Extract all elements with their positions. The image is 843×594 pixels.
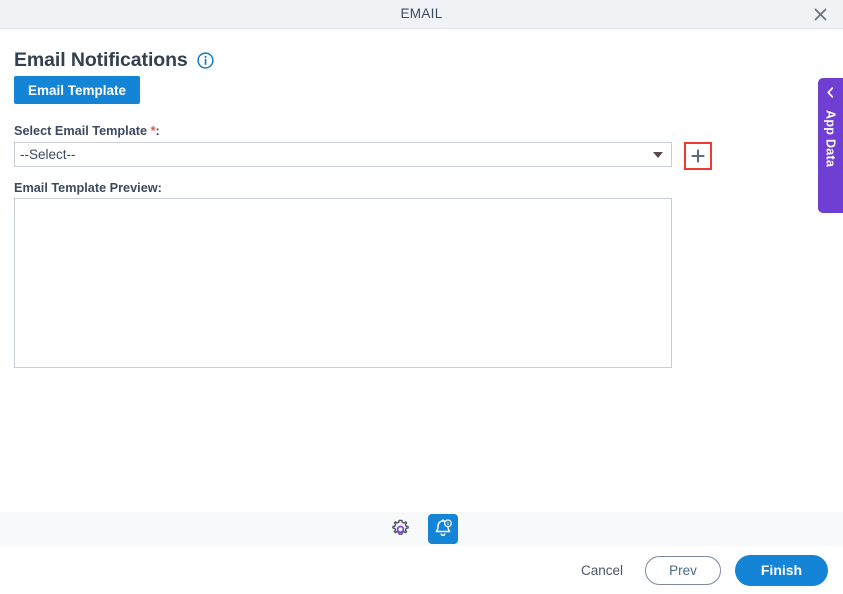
bottom-icon-toolbar: 1 [0, 512, 843, 546]
select-email-template-value: --Select-- [20, 147, 76, 162]
select-email-template-dropdown[interactable]: --Select-- [14, 142, 672, 167]
cancel-button[interactable]: Cancel [573, 557, 631, 584]
settings-icon-button[interactable] [386, 514, 416, 544]
close-button[interactable] [803, 0, 837, 28]
email-template-preview-label: Email Template Preview: [14, 181, 162, 195]
dialog-footer: Cancel Prev Finish [0, 546, 843, 594]
select-label-colon: : [155, 124, 160, 138]
email-template-preview-area[interactable] [14, 198, 672, 368]
notifications-icon: 1 [432, 518, 454, 540]
plus-icon [689, 147, 707, 165]
app-data-panel-label: App Data [823, 110, 838, 168]
chevron-left-icon [824, 86, 837, 104]
close-icon [812, 6, 829, 23]
select-email-template-label: Select Email Template *: [14, 124, 160, 138]
page-title: Email Notifications [14, 49, 188, 71]
info-icon[interactable] [196, 52, 214, 69]
prev-button[interactable]: Prev [645, 555, 721, 585]
notifications-icon-button[interactable]: 1 [427, 514, 458, 544]
settings-icon [390, 519, 411, 540]
tab-email-template[interactable]: Email Template [14, 76, 141, 104]
select-label-text: Select Email Template [14, 124, 148, 138]
window-titlebar: EMAIL [0, 0, 843, 29]
chevron-down-icon [653, 151, 663, 158]
select-email-template-row: --Select-- [14, 142, 712, 170]
main-content: Email Notifications Email Template Selec… [0, 29, 843, 512]
window-title: EMAIL [400, 6, 443, 21]
page-heading: Email Notifications [14, 49, 214, 72]
add-email-template-button[interactable] [684, 142, 712, 170]
app-data-panel-tab[interactable]: App Data [818, 78, 843, 213]
finish-button[interactable]: Finish [735, 554, 828, 586]
notification-badge-count: 1 [446, 521, 449, 527]
